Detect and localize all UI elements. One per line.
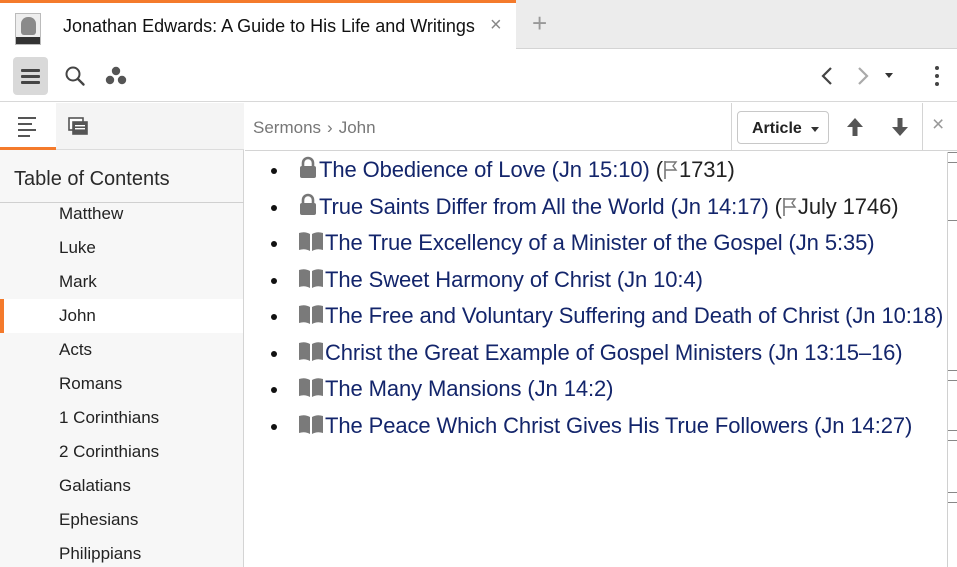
scripture-reference-link[interactable]: Jn 5:35 bbox=[796, 230, 868, 255]
chevron-down-icon bbox=[811, 127, 819, 132]
tab-title: Jonathan Edwards: A Guide to His Life an… bbox=[63, 16, 475, 36]
toc-item-label: 2 Corinthians bbox=[59, 442, 160, 461]
forward-icon[interactable] bbox=[854, 65, 872, 87]
toc-item-label: 1 Corinthians bbox=[59, 408, 160, 427]
sermon-title-link[interactable]: True Saints Differ from All the World bbox=[319, 194, 665, 219]
tab-strip: Jonathan Edwards: A Guide to His Life an… bbox=[0, 0, 957, 49]
scripture-reference-link[interactable]: Jn 10:4 bbox=[624, 267, 696, 292]
sermon-title-link[interactable]: The Free and Voluntary Suffering and Dea… bbox=[325, 303, 839, 328]
divider bbox=[731, 103, 732, 151]
scroll-ruler[interactable] bbox=[947, 152, 957, 567]
toc-item-label: Luke bbox=[59, 238, 96, 257]
table-of-contents-icon[interactable] bbox=[0, 103, 56, 150]
toc-item[interactable]: Romans bbox=[0, 367, 243, 401]
toc-item-label: Ephesians bbox=[59, 510, 139, 529]
view-select[interactable]: Article bbox=[737, 111, 829, 144]
close-icon[interactable]: × bbox=[932, 114, 944, 135]
menu-icon[interactable] bbox=[13, 57, 48, 95]
toc-item-label: Philippians bbox=[59, 544, 142, 563]
book-icon bbox=[297, 376, 325, 401]
panels-icon[interactable] bbox=[104, 65, 128, 87]
document-tab[interactable]: Jonathan Edwards: A Guide to His Life an… bbox=[0, 0, 516, 49]
sermon-title-link[interactable]: The True Excellency of a Minister of the… bbox=[325, 230, 783, 255]
breadcrumb-item[interactable]: John bbox=[339, 118, 376, 137]
tab-close-icon[interactable]: × bbox=[490, 15, 502, 35]
book-cover-thumbnail bbox=[15, 13, 41, 45]
toc-item-label: Romans bbox=[59, 374, 123, 393]
sermon-list-item: Christ the Great Example of Gospel Minis… bbox=[245, 335, 947, 372]
sermon-list-item: True Saints Differ from All the World (J… bbox=[245, 189, 947, 226]
toc-heading: Table of Contents bbox=[14, 168, 170, 190]
book-icon bbox=[297, 303, 325, 328]
scripture-reference-link[interactable]: Jn 15:10 bbox=[559, 157, 643, 182]
scripture-reference-link[interactable]: Jn 14:27 bbox=[821, 413, 905, 438]
sermon-list-item: The Peace Which Christ Gives His True Fo… bbox=[245, 408, 947, 445]
scripture-reference-link[interactable]: Jn 10:18 bbox=[852, 303, 936, 328]
sermon-title-link[interactable]: Christ the Great Example of Gospel Minis… bbox=[325, 340, 762, 365]
toc-item-label: Mark bbox=[59, 272, 97, 291]
sermon-date: 1731 bbox=[678, 157, 728, 182]
toc-item-label: John bbox=[59, 306, 96, 325]
flag-icon bbox=[663, 157, 679, 182]
toc-item[interactable]: John bbox=[0, 299, 243, 333]
back-icon[interactable] bbox=[818, 65, 836, 87]
sermon-title-link[interactable]: The Peace Which Christ Gives His True Fo… bbox=[325, 413, 808, 438]
sermon-title-link[interactable]: The Obedience of Love bbox=[319, 157, 546, 182]
sermon-list-item: The Many Mansions (Jn 14:2) bbox=[245, 371, 947, 408]
more-icon[interactable] bbox=[935, 66, 939, 90]
toc-item[interactable]: 1 Corinthians bbox=[0, 401, 243, 435]
new-tab-button[interactable]: + bbox=[532, 10, 547, 36]
scripture-reference-link[interactable]: Jn 13:15–16 bbox=[775, 340, 895, 365]
breadcrumb-separator: › bbox=[327, 118, 333, 137]
book-icon bbox=[297, 267, 325, 292]
history-dropdown-icon[interactable] bbox=[885, 73, 893, 78]
article-content: The Obedience of Love (Jn 15:10) (1731) T… bbox=[245, 152, 947, 567]
scripture-reference-link[interactable]: Jn 14:2 bbox=[535, 376, 607, 401]
breadcrumb-item[interactable]: Sermons bbox=[253, 118, 321, 137]
toc-item[interactable]: Ephesians bbox=[0, 503, 243, 537]
arrow-down-icon[interactable] bbox=[890, 116, 910, 138]
lock-icon bbox=[297, 193, 319, 219]
toc-item[interactable]: Mark bbox=[0, 265, 243, 299]
sermon-list-item: The Sweet Harmony of Christ (Jn 10:4) bbox=[245, 262, 947, 299]
sermon-list-item: The True Excellency of a Minister of the… bbox=[245, 225, 947, 262]
panel-tabs bbox=[0, 103, 244, 150]
view-select-label: Article bbox=[752, 120, 802, 137]
content-header: Sermons › John Article × bbox=[245, 103, 957, 151]
toc-item[interactable]: 2 Corinthians bbox=[0, 435, 243, 469]
sermon-date: July 1746 bbox=[797, 193, 892, 219]
breadcrumb: Sermons › John bbox=[253, 118, 376, 138]
toc-heading-divider bbox=[0, 202, 244, 203]
toc-list: Matthew Luke Mark John Acts Romans 1 Corinthia… bbox=[0, 197, 243, 567]
sermon-list: The Obedience of Love (Jn 15:10) (1731) T… bbox=[245, 152, 947, 444]
toc-item[interactable]: Acts bbox=[0, 333, 243, 367]
book-icon bbox=[297, 340, 325, 365]
toc-item-label: Matthew bbox=[59, 204, 124, 223]
scripture-reference-link[interactable]: Jn 14:17 bbox=[678, 194, 762, 219]
flag-icon bbox=[782, 194, 798, 219]
toc-item-label: Acts bbox=[59, 340, 93, 359]
arrow-up-icon[interactable] bbox=[845, 116, 865, 138]
sermon-list-item: The Obedience of Love (Jn 15:10) (1731) bbox=[245, 152, 947, 189]
divider bbox=[922, 103, 923, 151]
left-panel: Table of Contents Matthew Luke Mark John Act… bbox=[0, 103, 244, 567]
sermon-title-link[interactable]: The Many Mansions bbox=[325, 376, 521, 401]
toc-item[interactable]: Philippians bbox=[0, 537, 243, 567]
toc-item[interactable]: Galatians bbox=[0, 469, 243, 503]
toc-item-label: Galatians bbox=[59, 476, 131, 495]
sections-icon[interactable] bbox=[68, 117, 90, 137]
lock-icon bbox=[297, 156, 319, 182]
book-icon bbox=[297, 230, 325, 255]
toc-item[interactable]: Luke bbox=[0, 231, 243, 265]
toolbar bbox=[0, 50, 957, 102]
book-icon bbox=[297, 413, 325, 438]
search-icon[interactable] bbox=[64, 65, 86, 87]
sermon-list-item: The Free and Voluntary Suffering and Dea… bbox=[245, 298, 947, 335]
sermon-title-link[interactable]: The Sweet Harmony of Christ bbox=[325, 267, 611, 292]
